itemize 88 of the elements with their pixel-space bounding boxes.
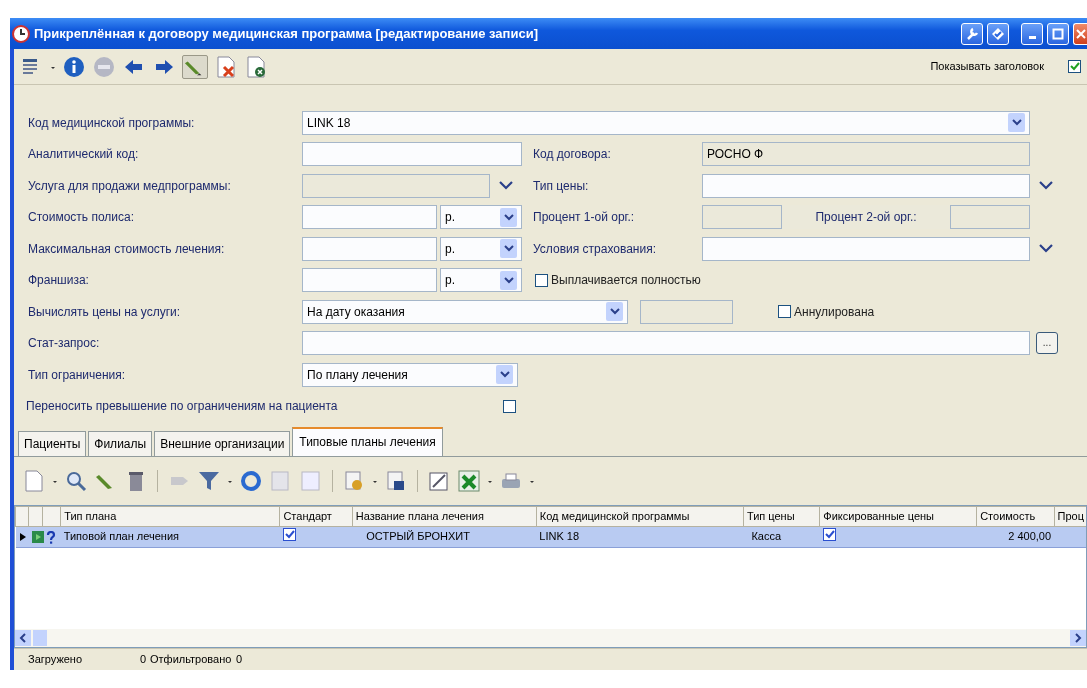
check-button[interactable] [987, 22, 1009, 45]
field-label: Тип ограничения: [28, 366, 127, 384]
checkbox-label: Аннулирована [794, 303, 875, 321]
close-document-icon[interactable] [244, 54, 268, 79]
checkbox[interactable] [503, 399, 516, 413]
tab[interactable]: Филиалы [88, 431, 153, 456]
tick-icon [283, 529, 295, 541]
chevron-right-icon [1074, 633, 1082, 643]
field-label: Аналитический код: [28, 146, 140, 164]
spreadsheet-icon[interactable] [457, 469, 481, 493]
scroll-left-button[interactable] [15, 630, 31, 646]
table-cell: ОСТРЫЙ БРОНХИТ [352, 526, 537, 547]
column-header[interactable]: Тип цены [743, 506, 820, 526]
status-label: Загружено [28, 652, 84, 668]
field-label: Переносить превышение по ограничениям на пациента [26, 398, 339, 416]
dropdown-field[interactable]: р. [440, 205, 522, 230]
close-icon [1075, 27, 1086, 40]
field-label: Код договора: [533, 146, 612, 164]
checkbox-label: Выплачивается полностью [551, 272, 701, 290]
scroll-right-button[interactable] [1070, 630, 1086, 646]
field-label: Франшиза: [28, 272, 90, 290]
tick-icon [1069, 61, 1080, 72]
field-label: Процент 1-ой орг.: [533, 209, 636, 227]
check-icon [991, 26, 1005, 41]
app-icon [12, 24, 30, 43]
settings-button[interactable] [961, 22, 983, 45]
checkbox[interactable] [778, 305, 791, 319]
dropdown-field[interactable]: LINK 18 [302, 110, 1030, 135]
input-field[interactable] [302, 331, 1030, 356]
show-header-label: Показывать заголовок [930, 59, 1044, 75]
status-label: Отфильтровано [150, 652, 233, 668]
table-cell: LINK 18 [536, 526, 744, 547]
field-label: Тип цены: [533, 177, 590, 195]
dropdown-field[interactable]: р. [440, 268, 522, 293]
field-label: Услуга для продажи медпрограммы: [28, 177, 232, 195]
maximize-button[interactable] [1047, 22, 1069, 45]
column-header[interactable]: Проц [1054, 506, 1086, 526]
field-label: Стоимость полиса: [28, 209, 136, 227]
column-header[interactable]: Фиксированные цены [819, 506, 977, 526]
search-icon[interactable] [64, 469, 88, 493]
column-header[interactable]: Название плана лечения [352, 506, 537, 526]
status-icon [31, 531, 44, 544]
close-button[interactable] [1073, 22, 1087, 45]
input-field[interactable] [702, 236, 1030, 261]
delete-document-icon[interactable] [214, 54, 238, 79]
input-field[interactable] [302, 205, 437, 230]
column-header[interactable]: Стоимость [976, 506, 1055, 526]
input-field[interactable] [302, 268, 437, 293]
checkbox[interactable] [822, 528, 836, 542]
browse-button[interactable]: ... [1036, 332, 1058, 355]
table-cell: Типовой план лечения [60, 526, 280, 547]
edit-page-icon[interactable] [427, 469, 451, 493]
field-label: Код медицинской программы: [28, 114, 196, 132]
maximize-icon [1052, 27, 1064, 40]
input-field[interactable] [302, 236, 437, 261]
dropdown-field[interactable]: По плану лечения [302, 362, 518, 387]
field-label: Максимальная стоимость лечения: [28, 240, 226, 258]
tick-icon [823, 529, 835, 541]
show-header-checkbox[interactable] [1068, 60, 1081, 73]
tab[interactable]: Внешние организации [154, 431, 291, 456]
column-header[interactable]: Код медицинской программы [536, 506, 744, 526]
minimize-button[interactable] [1021, 22, 1043, 45]
readonly-field: РОСНО Ф [702, 142, 1030, 167]
status-count: 0 [236, 652, 243, 668]
chevron-left-icon [19, 633, 27, 643]
input-field[interactable] [702, 173, 1030, 198]
minimize-icon [1028, 35, 1036, 39]
pencil-icon[interactable] [182, 54, 208, 79]
field-label: Стат-запрос: [28, 335, 101, 353]
column-header[interactable]: Тип плана [60, 506, 280, 526]
scroll-thumb[interactable] [33, 630, 47, 646]
tab[interactable]: Типовые планы лечения [292, 427, 443, 456]
question-icon [45, 530, 56, 544]
checkbox[interactable] [282, 528, 296, 542]
info-icon[interactable] [62, 54, 86, 79]
checkbox[interactable] [535, 273, 548, 287]
input-field[interactable] [302, 142, 522, 167]
table-cell: Касса [743, 526, 820, 547]
dropdown-field[interactable]: р. [440, 236, 522, 261]
filter-icon[interactable] [197, 469, 221, 493]
status-count: 0 [140, 652, 148, 668]
wrench-icon [965, 26, 979, 41]
tab[interactable]: Пациенты [18, 431, 87, 456]
field-label: Условия страхования: [533, 240, 657, 258]
field-label: Вычислять цены на услуги: [28, 303, 182, 321]
window-title: Прикреплённая к договору медицинская программа [редактирование записи] [34, 24, 539, 43]
dropdown-field[interactable]: На дату оказания [302, 299, 628, 324]
column-header[interactable]: Стандарт [279, 506, 353, 526]
